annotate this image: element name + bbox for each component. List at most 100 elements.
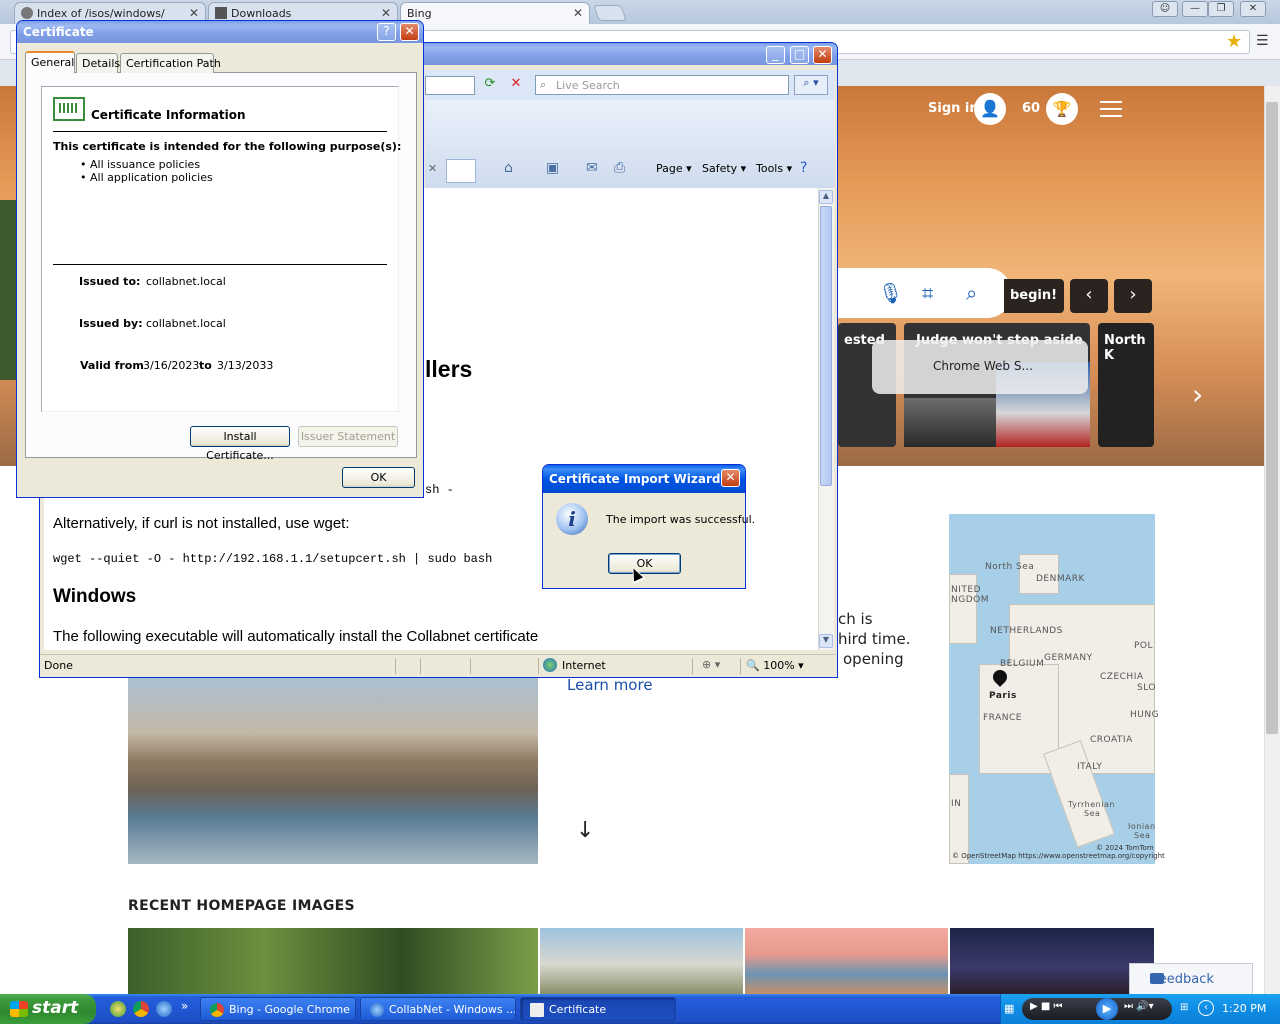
print-icon[interactable]: ⎙ <box>614 160 625 176</box>
tray-volume-icon[interactable]: ⊞ <box>1180 1002 1188 1013</box>
carousel-prev-button[interactable]: ‹ <box>1070 279 1108 313</box>
taskbar-item-collabnet[interactable]: CollabNet - Windows ... <box>360 997 516 1021</box>
code-fragment: sh - <box>425 483 454 497</box>
ie-icon <box>370 1003 384 1017</box>
page-menu[interactable]: Page ▾ <box>656 162 692 175</box>
tab-close-icon[interactable]: ✕ <box>189 6 199 20</box>
map-label: Sea <box>1084 809 1101 818</box>
import-ok-button[interactable]: OK <box>608 553 681 574</box>
feeds-icon[interactable]: ▣ <box>546 160 559 176</box>
tray-collapse-icon[interactable]: ‹ <box>1198 1000 1214 1016</box>
chrome-icon[interactable] <box>133 1001 149 1017</box>
play-icon[interactable]: ▶ <box>1096 998 1118 1020</box>
search-icon[interactable]: ⌕ <box>966 281 977 305</box>
scroll-down-icon[interactable]: ▼ <box>819 634 833 648</box>
profile-icon[interactable]: ☺ <box>1152 1 1178 17</box>
ie-search-input[interactable]: Live Search <box>535 75 789 95</box>
certificate-ok-button[interactable]: OK <box>342 467 415 488</box>
ie-status-bar: Done Internet ⊕ ▾ 🔍 100% ▾ <box>40 654 836 676</box>
help-button[interactable]: ? <box>377 23 396 41</box>
safety-menu[interactable]: Safety ▾ <box>702 162 746 175</box>
bing-signin-link[interactable]: Sign in <box>928 101 979 116</box>
download-arrow-icon[interactable]: ↓ <box>576 818 594 843</box>
mail-icon[interactable]: ✉ <box>586 160 598 176</box>
taskbar-item-certificate[interactable]: Certificate <box>520 997 676 1021</box>
home-icon[interactable]: ⌂ <box>504 160 513 176</box>
tab-details[interactable]: Details <box>76 53 120 73</box>
help-icon[interactable]: ? <box>800 160 807 176</box>
user-icon[interactable]: 👤 <box>974 93 1006 125</box>
tab-close-icon[interactable]: ✕ <box>573 6 583 20</box>
tab-certification-path[interactable]: Certification Path <box>120 53 221 73</box>
quicklaunch-overflow-icon[interactable]: » <box>181 999 188 1013</box>
zoom-control[interactable]: 🔍 100% ▾ <box>746 659 804 672</box>
install-certificate-button[interactable]: Install Certificate... <box>190 426 290 462</box>
map-label: North Sea <box>985 562 1035 572</box>
issuer-statement-button[interactable]: Issuer Statement <box>298 426 398 447</box>
ie-scroll-thumb[interactable] <box>820 206 832 486</box>
certificate-title: Certificate <box>23 25 94 39</box>
keyboard-icon[interactable]: ▦ <box>1004 1002 1014 1015</box>
ie-minimize-button[interactable]: _ <box>766 46 785 64</box>
ie-address-dropdown[interactable] <box>425 76 475 95</box>
star-icon[interactable]: ★ <box>1226 31 1242 52</box>
close-window-button[interactable]: ✕ <box>1240 1 1266 17</box>
learn-more-link[interactable]: Learn more <box>567 676 653 694</box>
bridge-photo[interactable] <box>128 676 538 864</box>
bing-menu-icon[interactable] <box>1100 101 1122 117</box>
map-view[interactable] <box>949 514 1155 864</box>
chrome-menu-icon[interactable]: ☰ <box>1256 33 1269 49</box>
import-wizard-close-button[interactable]: ✕ <box>721 469 740 487</box>
issued-by-value: collabnet.local <box>146 317 226 330</box>
news-card[interactable]: North K <box>1098 323 1154 447</box>
ie-new-tab[interactable] <box>446 159 476 183</box>
scroll-up-icon[interactable]: ▲ <box>819 190 833 204</box>
tools-menu[interactable]: Tools ▾ <box>756 162 792 175</box>
recent-image-night[interactable] <box>950 928 1154 994</box>
valid-to-value: 3/13/2033 <box>217 359 274 372</box>
map-credit: © 2024 TomTom <box>1096 844 1154 852</box>
chrome-tab-bing[interactable]: Bing ✕ <box>400 2 590 24</box>
ie-icon[interactable] <box>156 1001 172 1017</box>
recent-image-sheep[interactable] <box>540 928 743 994</box>
ie-maximize-button[interactable]: □ <box>790 46 809 64</box>
chrome-tab-label: Index of /isos/windows/ <box>37 7 165 20</box>
recent-image-coast[interactable] <box>745 928 948 994</box>
desktop-icon[interactable] <box>110 1001 126 1017</box>
minimize-button[interactable]: — <box>1182 1 1208 17</box>
import-wizard-titlebar[interactable]: Certificate Import Wizard <box>543 465 745 493</box>
restore-button[interactable]: ❐ <box>1208 1 1234 17</box>
visual-search-icon[interactable]: ⌗ <box>922 281 933 305</box>
recent-image-forest[interactable] <box>128 928 538 994</box>
rewards-points[interactable]: 60 <box>1022 101 1040 116</box>
ie-search-button[interactable]: ⌕ ▾ <box>794 75 828 95</box>
ie-close-button[interactable]: ✕ <box>813 46 832 64</box>
microphone-icon[interactable]: 🎙 <box>878 281 903 305</box>
status-divider <box>470 658 471 674</box>
stop-icon[interactable]: ✕ <box>506 76 526 95</box>
trophy-icon[interactable]: 🏆 <box>1046 93 1078 125</box>
begin-button[interactable]: begin! <box>1004 279 1064 313</box>
map-label: SLO <box>1137 683 1156 693</box>
tab-close-icon[interactable]: ✕ <box>428 162 437 175</box>
feedback-icon <box>1150 973 1164 984</box>
new-tab-button[interactable] <box>593 5 627 21</box>
feedback-button[interactable]: Feedback <box>1129 963 1253 995</box>
map-label: FRANCE <box>983 713 1022 723</box>
tab-close-icon[interactable]: ✕ <box>381 6 391 20</box>
protected-mode-icon[interactable]: ⊕ ▾ <box>702 658 720 671</box>
taskbar-item-label: Certificate <box>549 1003 607 1016</box>
hero-next-icon[interactable]: › <box>1192 378 1203 411</box>
import-wizard-title: Certificate Import Wizard <box>549 472 721 486</box>
tab-general[interactable]: General <box>25 51 75 73</box>
media-controls[interactable]: ▶ ■ ⏮ <box>1030 1001 1063 1012</box>
map-label: NGDOM <box>951 595 989 605</box>
carousel-next-button[interactable]: › <box>1114 279 1152 313</box>
refresh-icon[interactable]: ⟳ <box>480 76 500 95</box>
certificate-close-button[interactable]: ✕ <box>400 23 419 41</box>
bing-scroll-thumb[interactable] <box>1266 102 1278 734</box>
media-next-icon[interactable]: ⏭ 🔊▾ <box>1124 1001 1154 1012</box>
certificate-titlebar[interactable]: Certificate <box>17 21 423 43</box>
taskbar-item-chrome[interactable]: Bing - Google Chrome <box>200 997 356 1021</box>
map-label: NETHERLANDS <box>990 626 1063 636</box>
